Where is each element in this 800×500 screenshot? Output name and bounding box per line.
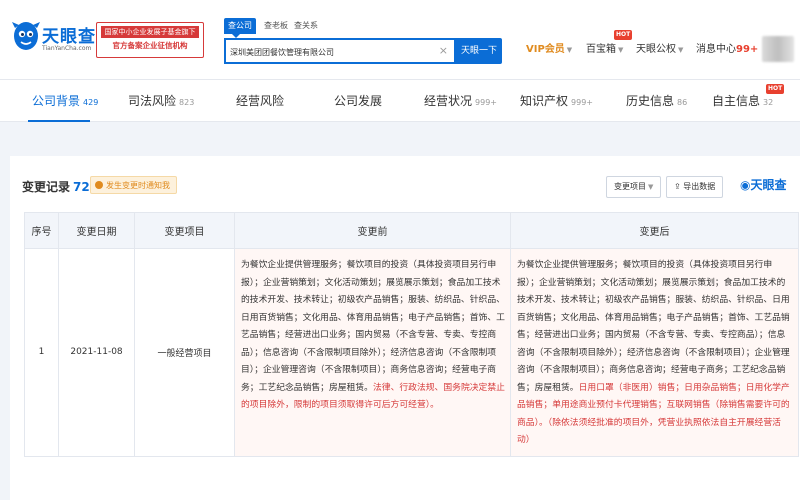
app-box-label: 百宝箱 (586, 44, 616, 55)
export-icon: ⇪ (674, 182, 684, 191)
filter-dropdown[interactable]: 变更项目 ▼ (606, 176, 662, 198)
table-row: 1 2021-11-08 一般经营项目 为餐饮企业提供管理服务；餐饮项目的投资（… (24, 248, 799, 457)
tab-company-development[interactable]: 公司发展 (334, 92, 382, 110)
tab-label: 历史信息 (626, 94, 675, 108)
chevron-down-icon: ▼ (678, 46, 684, 54)
tab-count: 32 (763, 98, 774, 107)
tab-label: 公司背景 (32, 94, 81, 108)
vip-link[interactable]: VIP会员 ▼ (526, 42, 572, 58)
search-tab-relation[interactable]: 查关系 (294, 18, 318, 34)
notify-change-label: 发生变更时通知我 (106, 181, 170, 190)
message-count-badge: 99+ (736, 44, 759, 55)
tab-label: 公司发展 (334, 94, 383, 108)
tab-self-info[interactable]: 自主信息 32 (712, 92, 773, 110)
chevron-down-icon: ▼ (648, 183, 654, 191)
search-box: × (224, 38, 456, 64)
chevron-down-icon: ▼ (618, 46, 624, 54)
cloud-link[interactable]: 天眼公权 ▼ (636, 42, 683, 58)
brand-text: 天眼查 (750, 178, 787, 192)
hot-badge: HOT (766, 84, 785, 94)
active-tab-indicator (28, 120, 90, 122)
tab-operating-status[interactable]: 经营状况 999+ (424, 92, 497, 110)
search-button[interactable]: 天眼一下 (456, 38, 502, 64)
change-records-panel: 变更记录 72 发生变更时通知我 变更项目 ▼ ⇪ 导出数据 ◉天眼查 序号 变更日… (10, 156, 800, 500)
message-center-label: 消息中心 (696, 44, 736, 55)
hot-badge: HOT (614, 30, 633, 40)
chevron-down-icon: ▼ (566, 46, 573, 54)
tab-count: 429 (83, 98, 99, 107)
export-label: 导出数据 (683, 182, 716, 191)
column-header-after: 变更后 (510, 212, 799, 249)
tab-count: 999+ (571, 98, 593, 107)
section-title-text: 变更记录 (22, 180, 71, 194)
table-header-row: 序号 变更日期 变更项目 变更前 变更后 (24, 212, 799, 249)
tab-label: 自主信息 (712, 94, 761, 108)
after-text: 为餐饮企业提供管理服务；餐饮项目的投资（具体投资项目另行申报）；企业营销策划；文… (517, 260, 790, 393)
tianyancha-logo-icon (12, 22, 40, 50)
column-header-item: 变更项目 (134, 212, 235, 249)
tab-label: 司法风险 (128, 94, 177, 108)
column-header-before: 变更前 (234, 212, 511, 249)
before-text: 为餐饮企业提供管理服务；餐饮项目的投资（具体投资项目另行申报）；企业营销策划；文… (241, 260, 505, 393)
section-title: 变更记录 72 (22, 178, 90, 195)
app-box-link[interactable]: 百宝箱 ▼ (586, 42, 623, 58)
gov-badge-line2: 官方备案企业征信机构 (112, 41, 188, 50)
search-tab-boss[interactable]: 查老板 (264, 18, 288, 34)
gov-badge: 国家中小企业发展子基金旗下 官方备案企业征信机构 (96, 22, 204, 58)
tab-operation-risk[interactable]: 经营风险 (236, 92, 284, 110)
after-tail-text: 。（除依法须经批准的项目外，凭营业执照依法自主开展经营活动） (517, 417, 781, 446)
search-input[interactable] (230, 44, 430, 60)
vip-label: VIP会员 (526, 44, 565, 55)
site-logo[interactable]: 天眼查 TianYanCha.com (12, 20, 95, 64)
row-before-content: 为餐饮企业提供管理服务；餐饮项目的投资（具体投资项目另行申报）；企业营销策划；文… (234, 248, 511, 457)
logo-domain: TianYanCha.com (42, 45, 92, 52)
row-date: 2021-11-08 (58, 248, 135, 457)
section-tabbar: 公司背景 429 司法风险 823 经营风险 公司发展 经营状况 999+ 知识产权 9… (0, 80, 800, 122)
row-index: 1 (24, 248, 59, 457)
message-center-link[interactable]: 消息中心99+ (696, 42, 758, 58)
avatar[interactable] (762, 36, 794, 62)
export-button[interactable]: ⇪ 导出数据 (666, 176, 724, 198)
column-header-index: 序号 (24, 212, 59, 249)
tab-company-background[interactable]: 公司背景 429 (32, 92, 98, 110)
column-header-date: 变更日期 (58, 212, 135, 249)
logo-text: 天眼查 (42, 27, 96, 47)
brand-watermark: ◉天眼查 (740, 176, 787, 193)
tab-label: 经营状况 (424, 94, 473, 108)
tab-count: 86 (677, 98, 688, 107)
tab-count: 823 (179, 98, 195, 107)
gov-badge-line1: 国家中小企业发展子基金旗下 (101, 26, 199, 38)
tab-count: 999+ (475, 98, 497, 107)
filter-label: 变更项目 (614, 182, 646, 191)
tab-intellectual-property[interactable]: 知识产权 999+ (520, 92, 593, 110)
notify-change-button[interactable]: 发生变更时通知我 (90, 176, 177, 194)
change-records-table: 序号 变更日期 变更项目 变更前 变更后 1 2021-11-08 一般经营项目… (24, 212, 799, 457)
top-header: 天眼查 TianYanCha.com 国家中小企业发展子基金旗下 官方备案企业征… (0, 0, 800, 80)
cloud-label: 天眼公权 (636, 44, 676, 55)
clear-icon[interactable]: × (439, 44, 448, 58)
eye-logo-icon: ◉ (740, 178, 751, 192)
search-tab-company[interactable]: 查公司 (224, 18, 256, 38)
bell-icon (95, 181, 103, 189)
row-item: 一般经营项目 (134, 248, 235, 457)
record-count: 72 (73, 180, 90, 194)
tab-judicial-risk[interactable]: 司法风险 823 (128, 92, 194, 110)
tab-label: 知识产权 (520, 94, 569, 108)
tab-label: 经营风险 (236, 94, 285, 108)
row-after-content: 为餐饮企业提供管理服务；餐饮项目的投资（具体投资项目另行申报）；企业营销策划；文… (510, 248, 799, 457)
tab-history[interactable]: 历史信息 86 (626, 92, 687, 110)
